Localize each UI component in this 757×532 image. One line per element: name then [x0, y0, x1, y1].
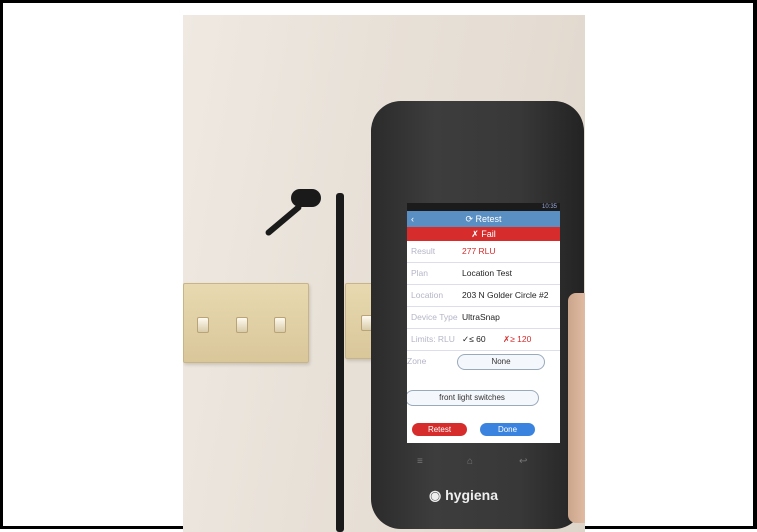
home-icon[interactable]: ⌂	[467, 456, 473, 467]
back-icon[interactable]: ↩	[519, 456, 527, 467]
retest-button[interactable]: Retest	[412, 423, 467, 436]
limits-row: Limits: RLU ✓≤ 60 ✗≥ 120	[407, 329, 560, 351]
hand	[568, 293, 585, 523]
lanyard-knot	[291, 189, 321, 207]
fail-banner: ✗ Fail	[407, 227, 560, 241]
light-switch-toggle	[236, 317, 248, 333]
screen-title: Retest	[475, 214, 502, 224]
result-value: 277 RLU	[462, 246, 496, 256]
back-chevron-icon[interactable]: ‹	[411, 211, 414, 227]
result-row: Result 277 RLU	[407, 241, 560, 263]
hygiena-logo: ◉ hygiena	[429, 487, 499, 503]
nav-keys: ≡ ⌂ ↩	[407, 448, 560, 478]
location-row: Location 203 N Golder Circle #2	[407, 285, 560, 307]
light-switch-toggle	[197, 317, 209, 333]
retest-refresh-icon: ⟳	[465, 214, 476, 224]
pass-limit: ✓≤ 60	[462, 334, 486, 344]
done-button[interactable]: Done	[480, 423, 535, 436]
status-bar: 10:35	[407, 203, 560, 211]
plan-row: Plan Location Test	[407, 263, 560, 285]
image-frame: 10:35 ‹ ⟳ Retest ✗ Fail Result 277 RLU Pl…	[0, 0, 757, 532]
light-switch-toggle	[274, 317, 286, 333]
note-field[interactable]: front light switches	[407, 390, 539, 406]
status-time: 10:35	[541, 204, 557, 210]
menu-icon[interactable]: ≡	[417, 456, 423, 467]
device-type-row: Device Type UltraSnap	[407, 307, 560, 329]
fail-limit: ✗≥ 120	[503, 334, 532, 344]
zone-select[interactable]: None	[457, 354, 545, 370]
lanyard-cord	[336, 193, 344, 532]
zone-row: Zone None	[407, 351, 560, 372]
screen-header: ‹ ⟳ Retest	[407, 211, 560, 227]
lanyard-cord	[264, 203, 303, 237]
device-screen: 10:35 ‹ ⟳ Retest ✗ Fail Result 277 RLU Pl…	[407, 203, 560, 443]
